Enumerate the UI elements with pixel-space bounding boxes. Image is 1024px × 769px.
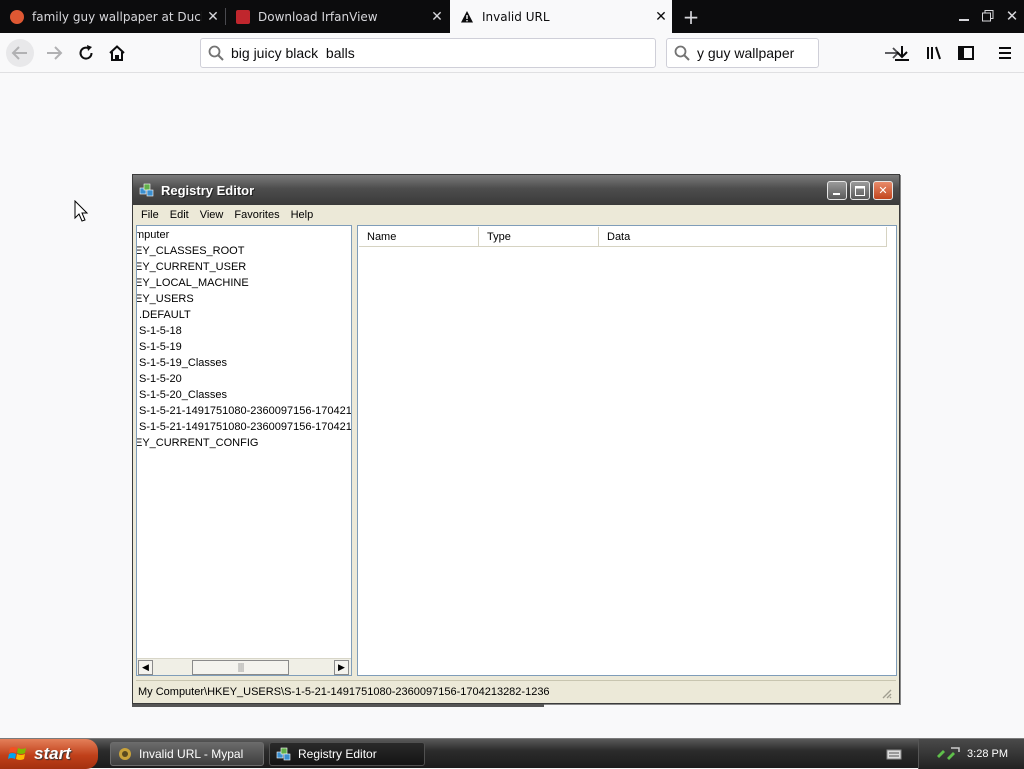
minimize-icon[interactable]	[954, 6, 974, 26]
url-input[interactable]	[231, 45, 655, 61]
taskbar-item-registry-editor[interactable]: Registry Editor	[269, 742, 425, 766]
network-icon[interactable]	[935, 746, 961, 762]
close-icon[interactable]: ✕	[873, 181, 893, 200]
registry-editor-icon	[139, 183, 154, 197]
menu-help[interactable]: Help	[286, 209, 320, 221]
tree-item[interactable]: S-1-5-18	[139, 325, 182, 337]
close-tab-icon[interactable]: ✕	[426, 9, 448, 25]
registry-menu-bar: File Edit View Favorites Help	[136, 205, 896, 225]
registry-values-list[interactable]: Name Type Data	[357, 225, 897, 676]
reload-icon[interactable]	[72, 39, 100, 67]
tab-title: Download IrfanView	[258, 9, 378, 24]
scroll-left-icon[interactable]: ◀	[138, 660, 153, 675]
tab-title: Invalid URL	[482, 9, 550, 24]
scroll-right-icon[interactable]: ▶	[334, 660, 349, 675]
menu-edit[interactable]: Edit	[165, 209, 195, 221]
window-title: Registry Editor	[161, 182, 255, 198]
clock[interactable]: 3:28 PM	[967, 748, 1008, 760]
tree-item[interactable]: S-1-5-21-1491751080-2360097156-170421	[139, 405, 351, 417]
tree-item[interactable]: EY_CURRENT_CONFIG	[137, 437, 258, 449]
registry-tree[interactable]: mputer EY_CLASSES_ROOT EY_CURRENT_USER E…	[136, 225, 352, 676]
plus-icon[interactable]: +	[680, 0, 702, 33]
sidebar-icon[interactable]	[952, 39, 980, 67]
library-icon[interactable]	[920, 39, 948, 67]
tree-item[interactable]: .DEFAULT	[139, 309, 191, 321]
mypal-icon	[119, 748, 131, 760]
registry-editor-window: Registry Editor ✕ File Edit View Favorit…	[132, 174, 900, 704]
tab-irfanview[interactable]: Download IrfanView ✕	[226, 0, 448, 33]
registry-title-bar[interactable]: Registry Editor ✕	[133, 175, 899, 205]
menu-file[interactable]: File	[136, 209, 165, 221]
search-icon	[667, 45, 697, 61]
maximize-icon[interactable]	[850, 181, 870, 200]
windows-logo-icon	[8, 747, 26, 760]
resize-grip-icon[interactable]	[880, 687, 892, 699]
warning-icon	[460, 10, 474, 24]
taskbar: start Invalid URL - Mypal Registry Edito…	[0, 738, 1024, 769]
tab-title: family guy wallpaper at DuckDuckGo	[32, 9, 202, 24]
mouse-cursor-icon	[74, 200, 89, 222]
system-tray: 3:28 PM	[918, 739, 1024, 769]
window-shadow	[132, 704, 544, 707]
tab-duckduckgo[interactable]: family guy wallpaper at DuckDuckGo ✕	[0, 0, 224, 33]
menu-icon[interactable]	[991, 39, 1019, 67]
tree-item[interactable]: S-1-5-20_Classes	[139, 389, 227, 401]
tree-item[interactable]: mputer	[137, 229, 169, 241]
column-header-data[interactable]: Data	[599, 227, 887, 247]
restore-icon[interactable]	[978, 6, 998, 26]
tree-item[interactable]: EY_CURRENT_USER	[137, 261, 246, 273]
search-icon	[201, 45, 231, 61]
forward-icon[interactable]	[40, 39, 68, 67]
status-path: My Computer\HKEY_USERS\S-1-5-21-14917510…	[138, 685, 550, 698]
scroll-thumb[interactable]: |||	[192, 660, 289, 675]
taskbar-item-label: Invalid URL - Mypal	[139, 747, 244, 761]
url-bar[interactable]	[200, 38, 656, 68]
tree-item[interactable]: EY_CLASSES_ROOT	[137, 245, 244, 257]
tree-item[interactable]: S-1-5-19	[139, 341, 182, 353]
nav-bar	[0, 33, 1024, 73]
search-bar[interactable]	[666, 38, 900, 68]
status-bar: My Computer\HKEY_USERS\S-1-5-21-14917510…	[136, 680, 896, 702]
tree-item[interactable]: EY_USERS	[137, 293, 194, 305]
tree-item[interactable]: S-1-5-21-1491751080-2360097156-170421	[139, 421, 351, 433]
taskbar-item-mypal[interactable]: Invalid URL - Mypal	[110, 742, 264, 766]
back-icon[interactable]	[6, 39, 34, 67]
registry-editor-icon	[276, 747, 291, 761]
tree-horizontal-scrollbar[interactable]: ◀ ||| ▶	[137, 658, 351, 675]
tab-invalid-url[interactable]: Invalid URL ✕	[450, 0, 672, 33]
search-input[interactable]	[697, 45, 878, 61]
close-window-icon[interactable]: ✕	[1002, 6, 1022, 26]
irfanview-icon	[236, 9, 250, 24]
tab-strip: family guy wallpaper at DuckDuckGo ✕ Dow…	[0, 0, 1024, 33]
minimize-icon[interactable]	[827, 181, 847, 200]
close-tab-icon[interactable]: ✕	[650, 9, 672, 25]
tree-item[interactable]: S-1-5-20	[139, 373, 182, 385]
download-icon[interactable]	[888, 39, 916, 67]
column-header-type[interactable]: Type	[479, 227, 599, 247]
home-icon[interactable]	[103, 39, 131, 67]
taskbar-item-label: Registry Editor	[298, 747, 377, 761]
keyboard-icon[interactable]	[886, 747, 902, 761]
menu-view[interactable]: View	[195, 209, 230, 221]
start-label: start	[34, 744, 71, 763]
tree-item[interactable]: S-1-5-19_Classes	[139, 357, 227, 369]
start-button[interactable]: start	[0, 739, 98, 769]
duckduckgo-icon	[10, 9, 24, 24]
close-tab-icon[interactable]: ✕	[202, 9, 224, 25]
menu-favorites[interactable]: Favorites	[229, 209, 285, 221]
tree-item[interactable]: EY_LOCAL_MACHINE	[137, 277, 249, 289]
column-header-name[interactable]: Name	[359, 227, 479, 247]
